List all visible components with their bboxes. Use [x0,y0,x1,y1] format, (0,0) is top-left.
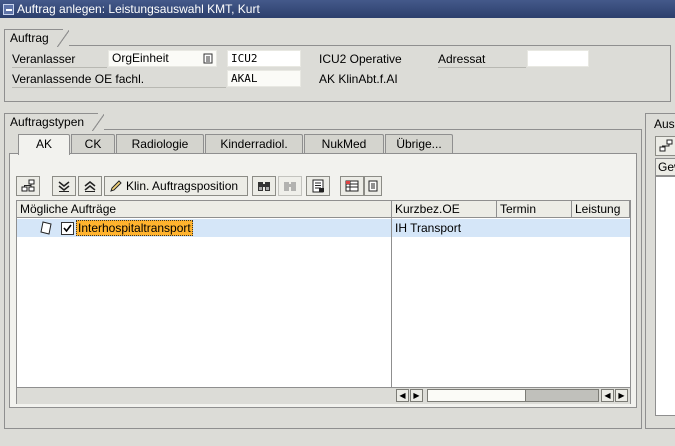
scroll-right-button[interactable]: ▶ [410,389,423,402]
horizontal-scrollbar-thumb[interactable] [428,390,526,401]
oe-field[interactable]: AKAL [227,70,301,87]
collapse-all-icon [84,181,96,192]
tab-kinderradiol[interactable]: Kinderradiol. [205,134,303,154]
column-header-moegliche-auftraege[interactable]: Mögliche Aufträge [17,201,392,218]
oe-description: AK KlinAbt.f.AI [319,72,398,86]
tab-uebrige[interactable]: Übrige... [385,134,453,154]
auftraege-tree-grid: Mögliche Aufträge Kurzbez.OE Termin Leis… [16,200,631,404]
hierarchy-icon [21,179,35,192]
icu2-field[interactable]: ICU2 [227,50,301,67]
hierarchy-button[interactable] [16,176,40,196]
row-auftrag-label[interactable]: Interhospitaltransport [76,220,193,236]
table-row[interactable]: Interhospitaltransport IH Transport [17,219,630,237]
veranlasser-label: Veranlasser [12,51,107,68]
right-panel: Aus Gew [645,113,675,429]
column-header-termin[interactable]: Termin [497,201,572,218]
auftragstypen-group-title: Auftragstypen [4,113,105,131]
orgeinheit-dropdown[interactable]: OrgEinheit [108,50,217,67]
details-button[interactable] [306,176,330,196]
tab-ak[interactable]: AK [18,134,70,155]
tab-ck[interactable]: CK [71,134,115,154]
icu2-description: ICU2 Operative [319,52,402,66]
right-panel-list [655,176,675,416]
horizontal-scrollbar-track[interactable] [427,389,599,402]
column-header-kurzbez-oe[interactable]: Kurzbez.OE [392,201,497,218]
scroll-left-button[interactable]: ◀ [396,389,409,402]
right-panel-gewaehlt-header: Gew [655,158,675,176]
dropdown-icon[interactable] [203,53,213,64]
adressat-label: Adressat [438,51,526,68]
pencil-icon [110,180,122,192]
scroll-left-end-button[interactable]: ◀ [601,389,614,402]
binoculars-icon [258,182,270,191]
collapse-all-button[interactable] [78,176,102,196]
list-button[interactable] [364,176,382,196]
window-title: Auftrag anlegen: Leistungsauswahl KMT, K… [17,2,260,16]
scroll-right-end-button[interactable]: ▶ [615,389,628,402]
row-kurzbez-oe: IH Transport [395,221,462,235]
right-panel-title: Aus [654,117,675,131]
find-button[interactable] [252,176,276,196]
row-checkbox[interactable] [61,222,74,235]
find-next-icon [284,182,296,191]
adressat-field[interactable] [527,50,589,67]
expand-all-icon [58,181,70,192]
klin-auftragsposition-button[interactable]: Klin. Auftragsposition [104,176,248,196]
document-icon [39,221,53,235]
horizontal-scrollbar-area: ◀ ▶ ◀ ▶ [17,387,630,404]
window-icon [3,3,14,15]
tab-radiologie[interactable]: Radiologie [116,134,204,154]
grid-layout-icon [345,180,359,192]
list-icon [368,180,378,192]
auftrag-group-title: Auftrag [4,29,69,47]
hierarchy-icon [659,139,673,152]
checkmark-icon [63,224,72,233]
column-header-leistung[interactable]: Leistung [572,201,630,218]
tab-nukmed[interactable]: NukMed [304,134,384,154]
oe-label: Veranlassende OE fachl. [12,71,226,88]
right-panel-tool-button[interactable] [655,136,675,156]
expand-all-button[interactable] [52,176,76,196]
find-next-button[interactable] [278,176,302,196]
column-divider [391,201,392,387]
layout-button[interactable] [340,176,364,196]
details-icon [312,179,324,193]
window-titlebar: Auftrag anlegen: Leistungsauswahl KMT, K… [0,0,675,18]
